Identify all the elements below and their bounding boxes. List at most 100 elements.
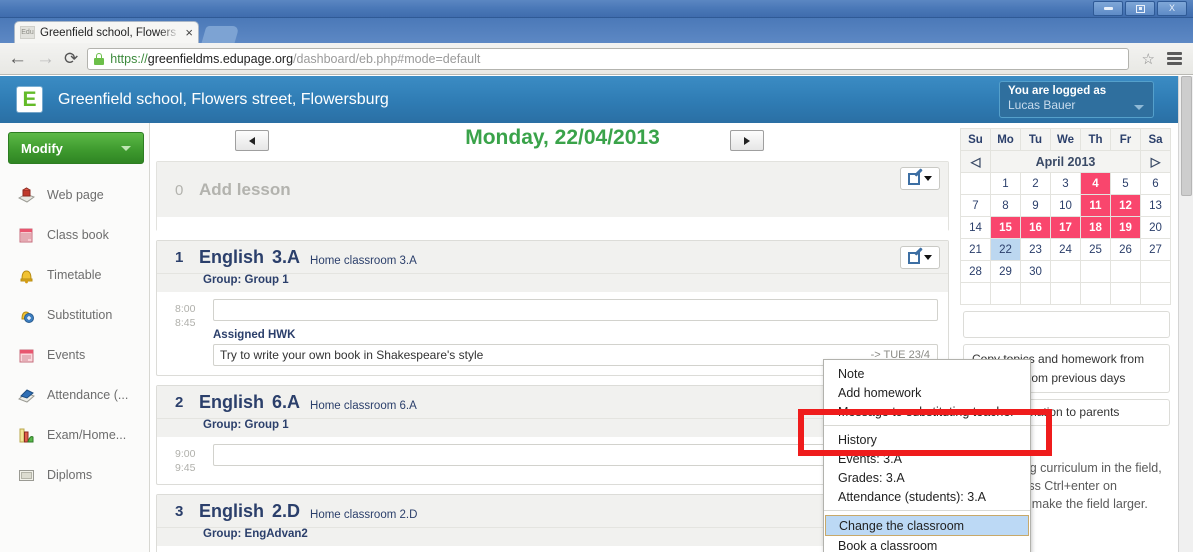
- close-button[interactable]: X: [1157, 1, 1187, 16]
- calendar-day-cell[interactable]: 22: [990, 238, 1021, 261]
- forward-icon[interactable]: →: [36, 49, 55, 68]
- tab-close-icon[interactable]: ×: [185, 26, 193, 39]
- right-panel-box-1[interactable]: [963, 311, 1170, 338]
- sidebar-item-events[interactable]: Events: [0, 335, 150, 375]
- calendar-day-cell[interactable]: 20: [1140, 216, 1171, 239]
- browser-tab[interactable]: Edu Greenfield school, Flowers st ×: [14, 21, 199, 43]
- menu-item-note[interactable]: Note: [824, 364, 1030, 383]
- lesson-header: 0 Add lesson: [157, 162, 948, 217]
- calendar-day-cell[interactable]: 27: [1140, 238, 1171, 261]
- lesson-time-start: 9:00: [175, 448, 196, 460]
- calendar-day-cell[interactable]: 15: [990, 216, 1021, 239]
- calendar-empty-cell: [1140, 282, 1171, 305]
- calendar-weekday: Su: [960, 128, 991, 151]
- calendar-next-month-button[interactable]: ▷: [1140, 150, 1171, 173]
- calendar-day-cell[interactable]: 4: [1080, 172, 1111, 195]
- lesson-row-add[interactable]: 0 Add lesson: [156, 161, 949, 245]
- logged-user-dropdown[interactable]: You are logged as Lucas Bauer: [999, 81, 1154, 118]
- calendar-day-cell[interactable]: 28: [960, 260, 991, 283]
- calendar-day-cell[interactable]: 3: [1050, 172, 1081, 195]
- new-tab-button[interactable]: [201, 26, 240, 43]
- calendar-empty-cell: [960, 172, 991, 195]
- menu-item-grades-3-a[interactable]: Grades: 3.A: [824, 468, 1030, 487]
- sidebar-item-label: Events: [47, 348, 86, 362]
- edit-pencil-icon: [908, 246, 923, 265]
- lesson-header: 1 English 3.A Home classroom 3.A: [157, 241, 948, 274]
- calendar-day-cell[interactable]: 24: [1050, 238, 1081, 261]
- calendar-prev-month-button[interactable]: ◁: [960, 150, 991, 173]
- menu-separator: [824, 425, 1030, 426]
- logged-user-name: Lucas Bauer: [1008, 98, 1076, 112]
- calendar-day-cell[interactable]: 26: [1110, 238, 1141, 261]
- calendar-day-cell[interactable]: 10: [1050, 194, 1081, 217]
- calendar-day-cell[interactable]: 2: [1020, 172, 1051, 195]
- calendar-day-cell[interactable]: 11: [1080, 194, 1111, 217]
- calendar-weekday-row: Su Mo Tu We Th Fr Sa: [960, 128, 1171, 151]
- lesson-edit-button[interactable]: [900, 167, 940, 190]
- calendar-day-cell[interactable]: 6: [1140, 172, 1171, 195]
- sidebar-item-label: Diploms: [47, 468, 93, 482]
- calendar-empty-cell: [990, 282, 1021, 305]
- sidebar-item-web-page[interactable]: Web page: [0, 175, 150, 215]
- calendar-day-cell[interactable]: 19: [1110, 216, 1141, 239]
- diploms-icon: [19, 469, 34, 481]
- minimize-button[interactable]: [1093, 1, 1123, 16]
- calendar-day-cell[interactable]: 25: [1080, 238, 1111, 261]
- calendar-day-cell[interactable]: 18: [1080, 216, 1111, 239]
- menu-item-add-homework[interactable]: Add homework: [824, 383, 1030, 402]
- calendar-weekday: We: [1050, 128, 1081, 151]
- address-bar[interactable]: https://greenfieldms.edupage.org/dashboa…: [87, 47, 1129, 70]
- calendar-day-cell[interactable]: 21: [960, 238, 991, 261]
- calendar-day-cell[interactable]: 23: [1020, 238, 1051, 261]
- reload-icon[interactable]: ⟳: [64, 50, 78, 67]
- calendar-day-cell[interactable]: 16: [1020, 216, 1051, 239]
- calendar-day-cell[interactable]: 17: [1050, 216, 1081, 239]
- page-scrollbar[interactable]: [1178, 76, 1193, 552]
- sidebar-item-label: Substitution: [47, 308, 113, 322]
- menu-item-message-to-substituting-teacher[interactable]: Message to substituting teacher: [824, 402, 1030, 421]
- edit-pencil-icon: [908, 167, 923, 186]
- calendar-header: ◁ April 2013 ▷: [960, 150, 1171, 173]
- calendar-day-cell[interactable]: 1: [990, 172, 1021, 195]
- maximize-button[interactable]: [1125, 1, 1155, 16]
- menu-item-book-a-classroom[interactable]: Book a classroom: [824, 536, 1030, 552]
- calendar-day-cell[interactable]: 30: [1020, 260, 1051, 283]
- menu-item-events-3-a[interactable]: Events: 3.A: [824, 449, 1030, 468]
- calendar-day-cell[interactable]: 12: [1110, 194, 1141, 217]
- calendar-day-cell[interactable]: 5: [1110, 172, 1141, 195]
- lesson-class: 2.D: [272, 501, 301, 522]
- browser-menu-icon[interactable]: [1164, 52, 1185, 65]
- menu-item-history[interactable]: History: [824, 430, 1030, 449]
- bookmark-star-icon[interactable]: ☆: [1142, 50, 1155, 68]
- sidebar-item-diploms[interactable]: Diploms: [0, 455, 150, 495]
- back-icon[interactable]: ←: [8, 49, 27, 68]
- calendar-day-cell[interactable]: 7: [960, 194, 991, 217]
- lesson-number: 1: [175, 249, 184, 266]
- calendar-day-cell[interactable]: 29: [990, 260, 1021, 283]
- next-day-button[interactable]: [730, 130, 764, 151]
- lesson-edit-button[interactable]: [900, 246, 940, 269]
- modify-button[interactable]: Modify: [8, 132, 144, 164]
- lesson-topic-input[interactable]: [213, 299, 938, 321]
- menu-item-attendance-students-3-a[interactable]: Attendance (students): 3.A: [824, 487, 1030, 506]
- sidebar-item-timetable[interactable]: Timetable: [0, 255, 150, 295]
- sidebar-item-class-book[interactable]: Class book: [0, 215, 150, 255]
- calendar-empty-cell: [1050, 260, 1081, 283]
- menu-item-change-the-classroom[interactable]: Change the classroom: [825, 515, 1029, 536]
- scrollbar-thumb[interactable]: [1181, 76, 1192, 196]
- sidebar-item-label: Exam/Home...: [47, 428, 127, 442]
- calendar-day-cell[interactable]: 13: [1140, 194, 1171, 217]
- sidebar-item-label: Timetable: [47, 268, 102, 282]
- sidebar-item-substitution[interactable]: Substitution: [0, 295, 150, 335]
- calendar-empty-cell: [1140, 260, 1171, 283]
- calendar-week-row: [960, 282, 1171, 305]
- calendar-day-cell[interactable]: 8: [990, 194, 1021, 217]
- lesson-fields: Assigned HWK Try to write your own book …: [213, 299, 938, 366]
- sidebar-item-attendance[interactable]: Attendance (...: [0, 375, 150, 415]
- calendar-day-cell[interactable]: 14: [960, 216, 991, 239]
- sidebar-item-exam-homework[interactable]: Exam/Home...: [0, 415, 150, 455]
- lesson-class: 3.A: [272, 247, 301, 267]
- sidebar: Modify Web page Class book Timetable Sub…: [0, 123, 150, 552]
- exam-homework-icon: [19, 428, 34, 442]
- calendar-day-cell[interactable]: 9: [1020, 194, 1051, 217]
